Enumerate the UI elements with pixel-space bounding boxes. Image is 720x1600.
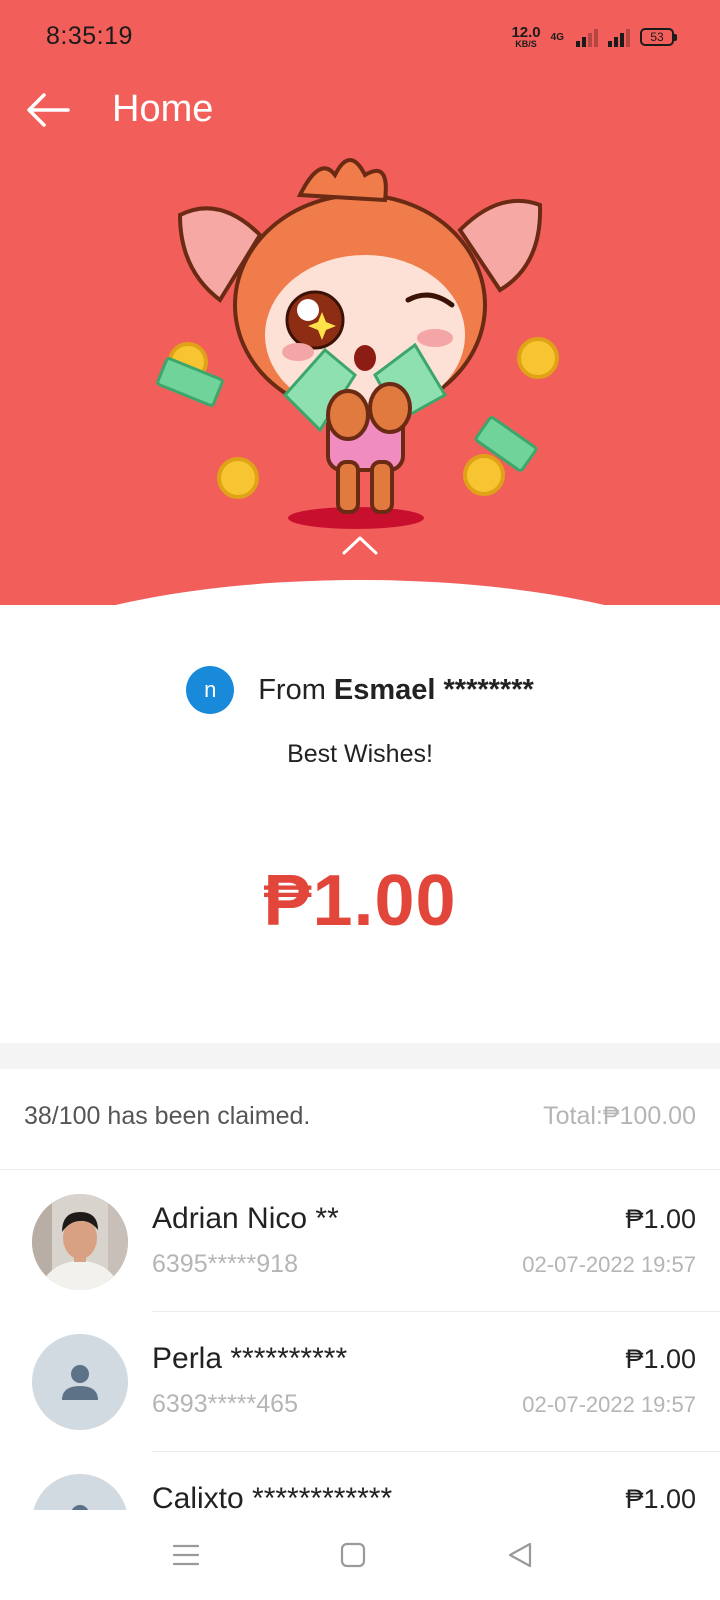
section-divider	[0, 1043, 720, 1069]
page-title: Home	[112, 88, 214, 130]
monkey-mascot-illustration	[156, 158, 559, 529]
status-bar: 8:35:19 12.0 KB/S 4G 53	[0, 0, 720, 70]
status-time: 8:35:19	[46, 22, 133, 50]
avatar	[32, 1334, 128, 1430]
claimer-phone: 6395*****918	[152, 1250, 298, 1278]
sender-label: From Esmael ********	[258, 674, 534, 707]
claim-summary: 38/100 has been claimed. Total:₱100.00	[0, 1070, 720, 1170]
sender-info: n From Esmael ********	[0, 665, 720, 715]
default-user-icon	[62, 1365, 98, 1400]
home-button[interactable]	[330, 1532, 376, 1578]
sender-prefix: From	[258, 673, 326, 706]
user-photo-avatar	[32, 1194, 128, 1290]
battery-level: 53	[650, 30, 664, 44]
network-speed-value: 12.0	[511, 24, 541, 41]
claims-list[interactable]: Adrian Nico ** 6395*****918 ₱1.00 02-07-…	[0, 1172, 720, 1510]
avatar	[32, 1194, 128, 1290]
system-back-button[interactable]	[497, 1532, 543, 1578]
network-speed-unit: KB/S	[515, 39, 537, 49]
envelope-amount: ₱1.00	[263, 861, 457, 941]
default-user-icon	[71, 1505, 89, 1510]
avatar	[32, 1474, 128, 1510]
list-item: Perla ********** 6393*****465 ₱1.00 02-0…	[0, 1312, 720, 1452]
chevron-up-icon	[342, 536, 378, 555]
battery-icon: 53	[640, 28, 677, 46]
network-type-label: 4G	[550, 31, 564, 43]
triangle-back-icon	[508, 1542, 532, 1568]
signal-2-icon	[608, 27, 630, 47]
arrow-left-icon	[27, 93, 70, 127]
system-navigation-bar	[0, 1510, 720, 1600]
recent-apps-button[interactable]	[163, 1532, 209, 1578]
claimer-name: Perla **********	[152, 1342, 348, 1375]
square-home-icon	[340, 1542, 366, 1568]
sender-avatar: n	[186, 666, 235, 714]
claimer-name: Calixto ************	[152, 1482, 393, 1510]
claim-amount: ₱1.00	[625, 1484, 696, 1510]
list-item: Calixto ************ ₱1.00	[0, 1452, 720, 1510]
claim-time: 02-07-2022 19:57	[522, 1392, 696, 1417]
claimed-count: 38/100 has been claimed.	[24, 1102, 311, 1130]
claimer-phone: 6393*****465	[152, 1390, 298, 1418]
menu-icon	[172, 1544, 200, 1566]
status-icons: 12.0 KB/S 4G 53	[511, 22, 677, 52]
claim-amount: ₱1.00	[625, 1204, 696, 1234]
sender-name: Esmael ********	[333, 673, 534, 706]
network-speed: 12.0 KB/S	[511, 25, 540, 49]
claimer-name: Adrian Nico **	[152, 1202, 339, 1235]
list-item: Adrian Nico ** 6395*****918 ₱1.00 02-07-…	[0, 1172, 720, 1312]
claim-amount: ₱1.00	[625, 1344, 696, 1374]
back-button[interactable]	[24, 86, 72, 134]
envelope-message: Best Wishes!	[287, 740, 433, 768]
signal-1-icon	[576, 27, 598, 47]
header-curve	[0, 580, 720, 605]
claim-time: 02-07-2022 19:57	[522, 1252, 696, 1277]
red-envelope-header: 8:35:19 12.0 KB/S 4G 53 Home	[0, 0, 720, 605]
total-amount: Total:₱100.00	[543, 1102, 696, 1130]
collapse-button[interactable]	[335, 530, 385, 560]
